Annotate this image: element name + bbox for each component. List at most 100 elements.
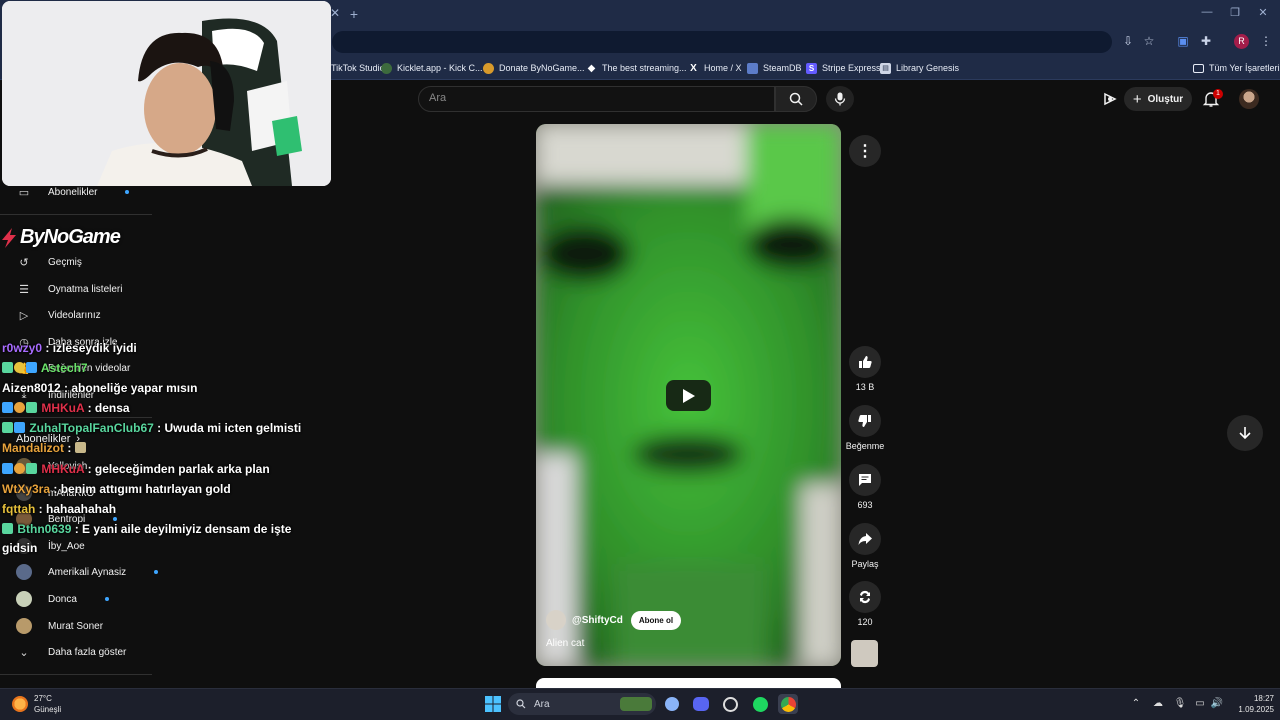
subscription-item[interactable]: Donca <box>16 590 109 608</box>
sun-icon <box>12 696 28 712</box>
subscribe-button[interactable]: Abone ol <box>630 610 682 630</box>
search-button[interactable] <box>775 86 817 112</box>
create-button[interactable]: + Oluştur <box>1124 87 1192 111</box>
onedrive-icon[interactable]: ☁ <box>1151 697 1165 711</box>
bookmark-item[interactable]: S Stripe Express <box>806 60 881 76</box>
share-button[interactable] <box>849 523 881 555</box>
taskbar-app-spotify[interactable] <box>750 694 770 714</box>
moderator-badge-icon <box>2 402 13 413</box>
obs-icon <box>722 696 738 712</box>
chat-username: ZuhalTopalFanClub67 <box>29 421 154 435</box>
subscriptions-icon: ▭ <box>18 186 30 199</box>
sound-thumbnail[interactable] <box>851 640 878 667</box>
tab-close-icon[interactable]: ✕ <box>330 6 340 22</box>
show-hidden-icons[interactable]: ⌃ <box>1129 697 1143 711</box>
chat-message: Aizen8012 : aboneliğe yapar mısın <box>2 381 198 395</box>
gift-badge-icon <box>14 463 25 474</box>
dislike-button[interactable] <box>849 405 881 437</box>
chat-message: r0wzy0 : izleseydik iyidi <box>2 341 137 355</box>
install-app-icon[interactable]: ⇩ <box>1120 33 1136 49</box>
all-bookmarks-folder[interactable]: Tüm Yer İşaretleri <box>1193 60 1280 76</box>
chat-message: Bthn0639 : E yani aile deyilmiyiz densam… <box>2 522 291 536</box>
close-window-button[interactable]: ✕ <box>1254 6 1272 22</box>
bookmark-item[interactable]: X Home / X <box>688 60 741 76</box>
webcam-overlay <box>2 1 331 186</box>
history-icon: ↺ <box>19 256 29 269</box>
bookmark-item[interactable]: ▤ Library Genesis <box>880 60 959 76</box>
video-title[interactable]: Alien cat <box>546 638 584 649</box>
chat-username: WtXy3ra <box>2 482 51 496</box>
more-options-button[interactable]: ⋮ <box>849 135 881 167</box>
volume-icon[interactable]: 🔊 <box>1210 697 1224 711</box>
moderator-badge-icon <box>2 463 13 474</box>
url-field[interactable] <box>332 31 1112 53</box>
share-icon <box>858 533 872 545</box>
channel-name[interactable]: @ShiftyCd <box>572 615 623 626</box>
chat-username: Aizen8012 <box>2 381 61 395</box>
verified-badge-icon <box>14 422 25 433</box>
minimize-button[interactable]: — <box>1198 6 1216 22</box>
gift-badge-icon <box>14 402 25 413</box>
translate-icon[interactable]: ▣ <box>1175 33 1191 49</box>
channel-info: @ShiftyCd Abone ol <box>546 610 682 630</box>
cast-icon[interactable] <box>1102 91 1118 107</box>
sidebar-item-your-videos[interactable]: ▷ Videolarınız <box>16 306 101 324</box>
taskbar-app-obs[interactable] <box>720 694 740 714</box>
new-content-dot <box>154 570 159 574</box>
stripe-icon: S <box>806 62 817 74</box>
video-icon: ▷ <box>19 309 29 322</box>
sidebar-item-playlists[interactable]: ☰ Oynatma listeleri <box>16 280 122 298</box>
channel-avatar[interactable] <box>546 610 566 630</box>
start-button[interactable] <box>483 694 503 714</box>
chat-username: MHKuA <box>41 401 85 415</box>
chat-message: MHKuA : geleceğimden parlak arka plan <box>2 462 270 476</box>
bookmark-item[interactable]: ◆ The best streaming... <box>586 60 687 76</box>
voice-search-button[interactable] <box>826 86 854 112</box>
bookmark-item[interactable]: SteamDB <box>747 60 802 76</box>
bookmark-star-icon[interactable]: ☆ <box>1141 33 1157 49</box>
x-icon: X <box>690 62 697 74</box>
taskbar-clock[interactable]: 18:27 1.09.2025 <box>1226 693 1274 715</box>
bynogame-logo-icon <box>2 227 16 248</box>
browser-menu-icon[interactable]: ⋮ <box>1258 33 1274 49</box>
microphone-icon[interactable]: 🎙 <box>1173 697 1187 711</box>
search-input[interactable] <box>418 86 775 112</box>
remix-count: 120 <box>857 617 873 627</box>
weather-widget[interactable]: 27°C Güneşli <box>12 693 61 715</box>
subscription-item[interactable]: Murat Soner <box>16 617 103 635</box>
chat-message: ZuhalTopalFanClub67 : Uwuda mi icten gel… <box>2 421 301 435</box>
display-icon[interactable]: ▭ <box>1193 697 1207 711</box>
profile-avatar[interactable]: R <box>1234 34 1249 49</box>
like-button[interactable] <box>849 346 881 378</box>
new-tab-button[interactable]: + <box>346 6 362 22</box>
subscriber-badge-icon <box>26 463 37 474</box>
sidebar-divider <box>0 214 152 215</box>
taskbar-app-discord[interactable] <box>691 694 711 714</box>
verified-badge-icon <box>26 362 37 373</box>
account-avatar[interactable] <box>1239 89 1259 109</box>
diamond-icon: ◆ <box>587 62 596 74</box>
chat-username: fqttah <box>2 502 36 516</box>
comments-button[interactable] <box>849 464 881 496</box>
playlist-icon: ☰ <box>19 283 29 296</box>
next-short-button[interactable] <box>1227 415 1263 451</box>
subscription-item[interactable]: Amerikali Aynasiz <box>16 563 159 581</box>
maximize-button[interactable]: ❐ <box>1226 6 1244 22</box>
sidebar-divider <box>0 674 152 675</box>
taskbar-app-feedback[interactable] <box>662 694 682 714</box>
show-more-button[interactable]: ⌄ Daha fazla göster <box>16 643 126 661</box>
sidebar-item-history[interactable]: ↺ Geçmiş <box>16 253 82 271</box>
remix-button[interactable] <box>849 581 881 613</box>
bookmark-item[interactable]: Donate ByNoGame... <box>483 60 585 76</box>
taskbar-app-chrome[interactable] <box>778 694 798 714</box>
bookmark-item[interactable]: TikTok Studio <box>331 60 385 76</box>
folder-icon <box>1193 63 1204 73</box>
play-button[interactable] <box>666 380 711 411</box>
extensions-icon[interactable]: ✚ <box>1198 33 1214 49</box>
bookmark-item[interactable]: Kicklet.app - Kick C... <box>381 60 483 76</box>
comment-icon <box>859 474 871 486</box>
steamdb-icon <box>747 62 758 74</box>
new-content-dot <box>104 597 109 601</box>
taskbar-search[interactable]: Ara <box>508 693 656 715</box>
comment-count: 693 <box>857 500 873 510</box>
